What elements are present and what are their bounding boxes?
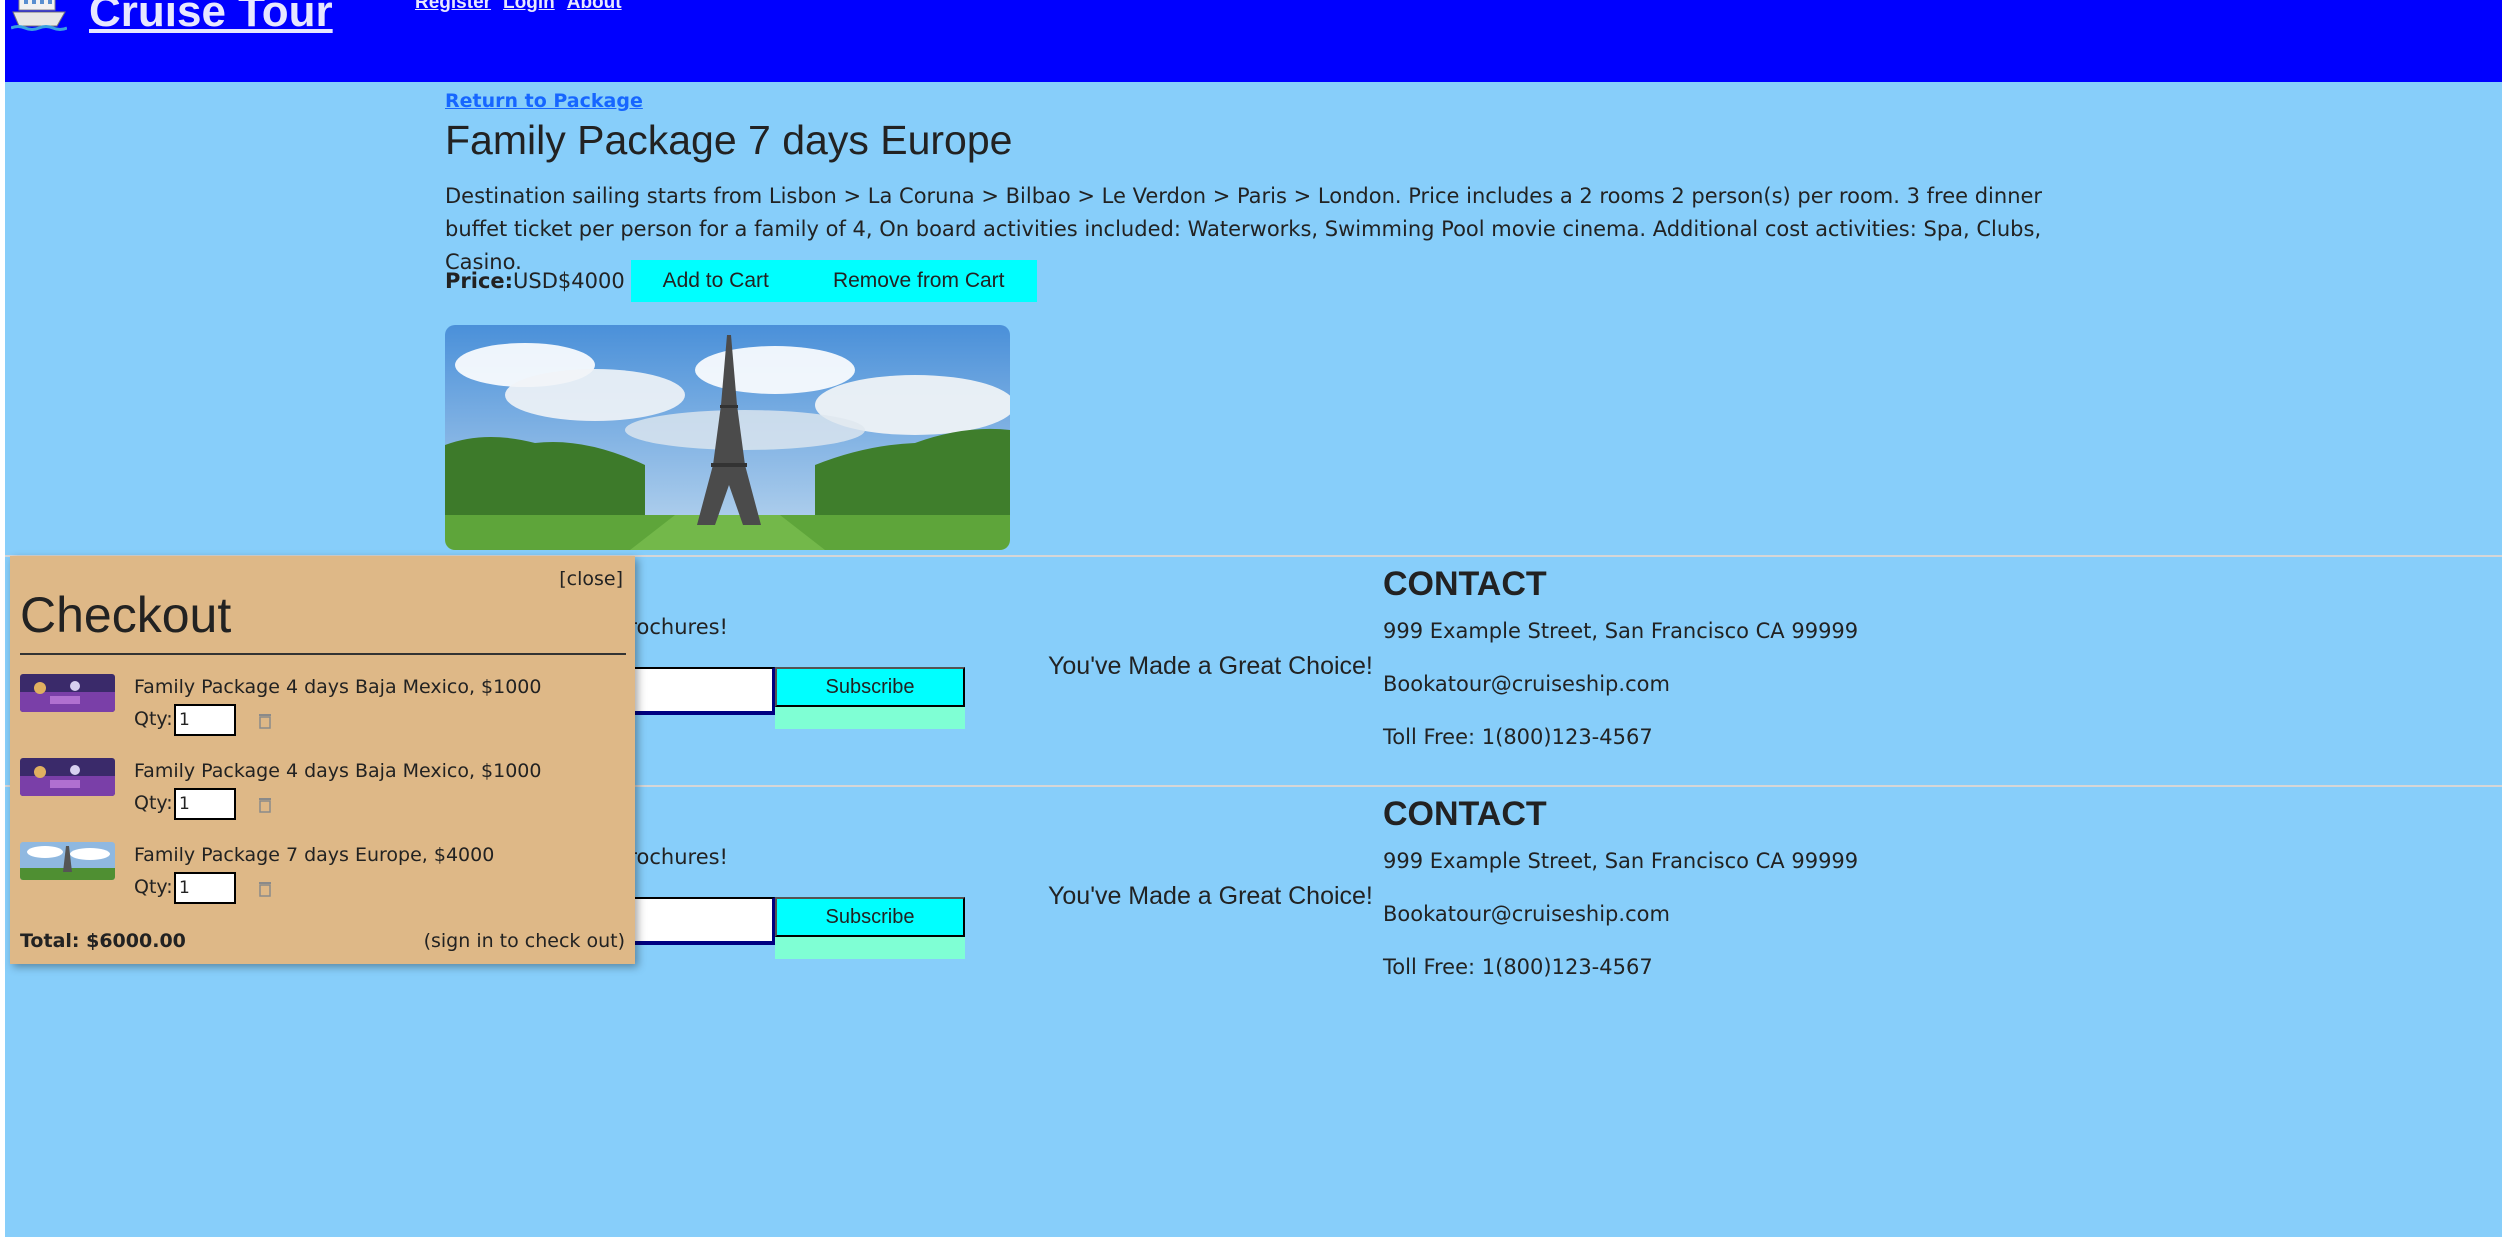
- nav-register[interactable]: Register: [415, 0, 491, 14]
- checkout-title: Checkout: [20, 587, 232, 643]
- item-name: Family Package 4 days Baja Mexico, $1000: [134, 760, 542, 782]
- item-name: Family Package 7 days Europe, $4000: [134, 844, 495, 866]
- qty-label: Qty:: [134, 792, 173, 814]
- contact-phone: Toll Free: 1(800)123-4567: [1383, 725, 1653, 749]
- item-thumbnail: [20, 674, 115, 712]
- qty-input[interactable]: [174, 788, 236, 820]
- contact-heading: CONTACT: [1383, 565, 1547, 603]
- nav-login[interactable]: Login: [503, 0, 555, 14]
- contact-email: Bookatour@cruiseship.com: [1383, 672, 1670, 696]
- cart-total: Total: $6000.00: [20, 930, 186, 952]
- price-value: USD$4000: [513, 269, 625, 293]
- great-choice-text: You've Made a Great Choice!: [1048, 652, 1373, 680]
- remove-from-cart-button[interactable]: Remove from Cart: [800, 260, 1037, 302]
- cart-item: Family Package 4 days Baja Mexico, $1000…: [20, 758, 620, 828]
- contact-email: Bookatour@cruiseship.com: [1383, 902, 1670, 926]
- trash-icon[interactable]: [256, 796, 274, 814]
- ship-icon: [10, 0, 68, 34]
- return-to-package-link[interactable]: Return to Package: [445, 90, 643, 112]
- item-thumbnail: [20, 842, 115, 880]
- qty-label: Qty:: [134, 876, 173, 898]
- subscribe-button[interactable]: Subscribe: [775, 667, 965, 707]
- checkout-panel: [close] Checkout Family Package 4 days B…: [10, 556, 635, 964]
- contact-heading: CONTACT: [1383, 795, 1547, 833]
- qty-input[interactable]: [174, 704, 236, 736]
- item-name: Family Package 4 days Baja Mexico, $1000: [134, 676, 542, 698]
- trash-icon[interactable]: [256, 712, 274, 730]
- price-label: Price:: [445, 269, 514, 293]
- top-nav: Register Login About: [415, 0, 622, 14]
- add-to-cart-button[interactable]: Add to Cart: [630, 260, 801, 302]
- contact-address: 999 Example Street, San Francisco CA 999…: [1383, 849, 1859, 873]
- qty-input[interactable]: [174, 872, 236, 904]
- cart-item: Family Package 4 days Baja Mexico, $1000…: [20, 674, 620, 744]
- great-choice-text: You've Made a Great Choice!: [1048, 882, 1373, 910]
- nav-about[interactable]: About: [567, 0, 622, 14]
- signin-to-checkout-note: (sign in to check out): [423, 930, 625, 952]
- brand-title: Cruise Tour: [89, 0, 333, 36]
- page-title: Family Package 7 days Europe: [445, 117, 1013, 163]
- contact-phone: Toll Free: 1(800)123-4567: [1383, 955, 1653, 979]
- item-thumbnail: [20, 758, 115, 796]
- page-viewport: Cruise Tour Register Login About Return …: [5, 0, 2502, 1237]
- qty-label: Qty:: [134, 708, 173, 730]
- site-header: Cruise Tour Register Login About: [5, 0, 2502, 82]
- subscribe-button[interactable]: Subscribe: [775, 897, 965, 937]
- price-row: Price: USD$4000 Add to Cart Remove from …: [445, 260, 1037, 302]
- trash-icon[interactable]: [256, 880, 274, 898]
- divider: [20, 653, 626, 655]
- close-checkout-button[interactable]: [close]: [559, 568, 623, 590]
- contact-address: 999 Example Street, San Francisco CA 999…: [1383, 619, 1859, 643]
- cart-item: Family Package 7 days Europe, $4000 Qty:: [20, 842, 620, 912]
- package-image-eiffel-tower: [445, 325, 1010, 550]
- brand-link[interactable]: Cruise Tour: [10, 0, 333, 38]
